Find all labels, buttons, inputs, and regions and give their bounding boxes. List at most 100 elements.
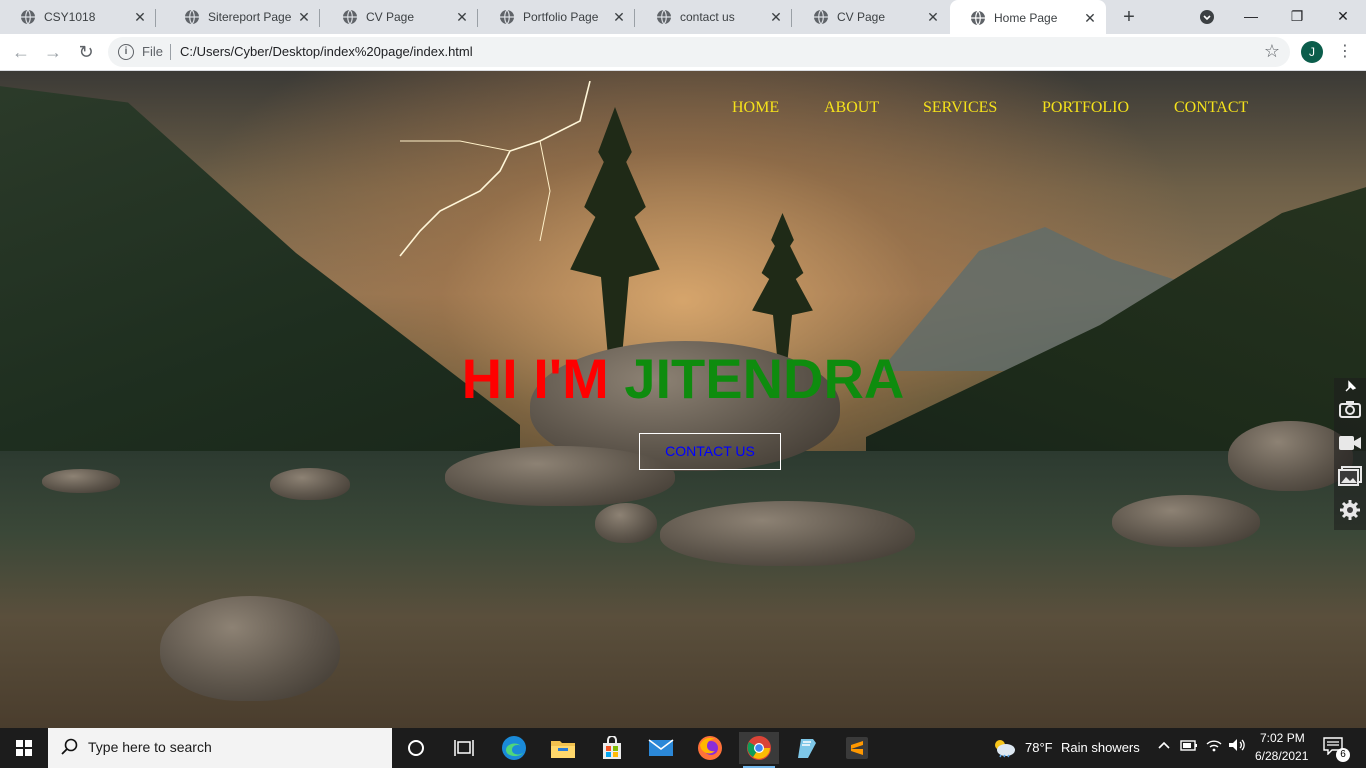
tab-divider	[155, 9, 156, 27]
omnibox-divider	[170, 44, 171, 60]
camera-icon[interactable]	[1338, 400, 1362, 424]
bookmark-star-icon[interactable]: ☆	[1264, 41, 1280, 62]
browser-toolbar: ← → ↻ i File C:/Users/Cyber/Desktop/inde…	[0, 34, 1366, 71]
info-icon[interactable]: i	[118, 44, 134, 60]
start-button[interactable]	[0, 728, 48, 768]
tab-sitereport-page[interactable]: Sitereport Page ✕	[164, 0, 320, 34]
search-icon	[60, 738, 80, 758]
weather-condition[interactable]: Rain showers	[1061, 740, 1140, 755]
tab-title: Home Page	[994, 10, 1058, 25]
small-pine-tree	[752, 213, 813, 363]
hero-heading: HI I'M JITENDRA	[0, 347, 1366, 411]
rock	[595, 503, 657, 543]
tab-close-icon[interactable]: ✕	[925, 9, 941, 25]
nav-link-about[interactable]: ABOUT	[824, 99, 879, 117]
tab-divider	[791, 9, 792, 27]
edge-icon[interactable]	[494, 732, 534, 764]
web-page: HOME ABOUT SERVICES PORTFOLIO CONTACT HI…	[0, 71, 1366, 728]
globe-icon	[343, 9, 357, 25]
store-icon[interactable]	[592, 732, 632, 764]
nav-link-home[interactable]: HOME	[732, 99, 779, 117]
tab-portfolio-page[interactable]: Portfolio Page ✕	[479, 0, 635, 34]
rock	[1112, 495, 1260, 547]
notification-count-badge: 6	[1336, 748, 1350, 762]
nav-link-portfolio[interactable]: PORTFOLIO	[1042, 99, 1129, 117]
weather-temperature[interactable]: 78°F	[1025, 740, 1053, 755]
chrome-icon[interactable]	[739, 732, 779, 768]
file-scheme-label: File	[142, 44, 163, 59]
clock-date[interactable]: 6/28/2021	[1255, 749, 1308, 763]
video-icon[interactable]	[1338, 433, 1362, 457]
task-view-icon[interactable]	[444, 732, 484, 764]
globe-icon	[971, 10, 985, 25]
gallery-icon[interactable]	[1338, 466, 1362, 490]
restore-button[interactable]: ❐	[1274, 0, 1320, 34]
capture-toolbar	[1334, 378, 1366, 530]
contact-us-button[interactable]: CONTACT US	[639, 433, 781, 470]
cortana-icon[interactable]	[396, 732, 436, 764]
clock-time[interactable]: 7:02 PM	[1260, 731, 1305, 745]
notepad-icon[interactable]	[788, 732, 828, 764]
mail-icon[interactable]	[641, 732, 681, 764]
minimize-button[interactable]: —	[1228, 0, 1274, 34]
tab-close-icon[interactable]: ✕	[454, 9, 470, 25]
site-navigation: HOME ABOUT SERVICES PORTFOLIO CONTACT	[0, 99, 1366, 123]
globe-icon	[185, 9, 199, 25]
tab-divider	[634, 9, 635, 27]
settings-icon[interactable]	[1338, 499, 1362, 523]
browser-tab-strip: CSY1018 ✕ Sitereport Page ✕ CV Page ✕ Po…	[0, 0, 1366, 35]
sublime-icon[interactable]	[837, 732, 877, 764]
rock	[160, 596, 340, 701]
tab-title: CSY1018	[44, 10, 96, 24]
globe-icon	[657, 9, 671, 25]
taskbar-search-box[interactable]: Type here to search	[48, 728, 392, 768]
tab-close-icon[interactable]: ✕	[1082, 10, 1098, 26]
globe-icon	[500, 9, 514, 25]
tab-close-icon[interactable]: ✕	[611, 9, 627, 25]
tray-overflow-chevron-icon[interactable]	[1157, 738, 1171, 755]
tab-title: CV Page	[837, 10, 886, 24]
globe-icon	[814, 9, 828, 25]
globe-icon	[21, 9, 35, 25]
hero-greeting: HI I'M	[461, 347, 609, 410]
address-bar[interactable]: i File C:/Users/Cyber/Desktop/index%20pa…	[108, 37, 1290, 67]
file-explorer-icon[interactable]	[543, 732, 583, 764]
tab-cv-page-2[interactable]: CV Page ✕	[793, 0, 949, 34]
tab-divider	[477, 9, 478, 27]
back-button[interactable]: ←	[9, 40, 33, 64]
tab-csy1018[interactable]: CSY1018 ✕	[0, 0, 156, 34]
tab-cv-page[interactable]: CV Page ✕	[322, 0, 478, 34]
tab-title: CV Page	[366, 10, 415, 24]
rock	[42, 469, 120, 493]
forward-button[interactable]: →	[41, 40, 65, 64]
close-window-button[interactable]: ✕	[1320, 0, 1366, 34]
rock	[660, 501, 915, 566]
tab-close-icon[interactable]: ✕	[132, 9, 148, 25]
windows-logo-icon	[16, 740, 32, 756]
tab-contact-us[interactable]: contact us ✕	[636, 0, 792, 34]
weather-icon[interactable]	[988, 732, 1020, 764]
tab-title: Portfolio Page	[523, 10, 599, 24]
pin-icon[interactable]	[1338, 378, 1362, 402]
tab-search-icon[interactable]	[1184, 0, 1230, 34]
tab-close-icon[interactable]: ✕	[768, 9, 784, 25]
tab-home-page[interactable]: Home Page ✕	[950, 0, 1106, 35]
tab-title: Sitereport Page	[208, 10, 292, 24]
profile-avatar[interactable]: J	[1301, 41, 1323, 63]
rock	[270, 468, 350, 500]
hero-name: JITENDRA	[624, 347, 905, 410]
reload-button[interactable]: ↻	[74, 40, 98, 64]
tab-title: contact us	[680, 10, 735, 24]
browser-menu-icon[interactable]: ⋮	[1337, 40, 1353, 64]
volume-icon[interactable]	[1228, 738, 1246, 755]
windows-taskbar: Type here to search 78°F Rain showers 7:…	[0, 728, 1366, 768]
tab-divider	[319, 9, 320, 27]
nav-link-contact[interactable]: CONTACT	[1174, 99, 1248, 117]
url-text[interactable]: C:/Users/Cyber/Desktop/index%20page/inde…	[180, 44, 473, 59]
wifi-icon[interactable]	[1205, 738, 1223, 755]
nav-link-services[interactable]: SERVICES	[923, 99, 997, 117]
battery-icon[interactable]	[1180, 738, 1198, 755]
new-tab-button[interactable]: +	[1117, 6, 1141, 28]
firefox-icon[interactable]	[690, 732, 730, 764]
tab-close-icon[interactable]: ✕	[296, 9, 312, 25]
